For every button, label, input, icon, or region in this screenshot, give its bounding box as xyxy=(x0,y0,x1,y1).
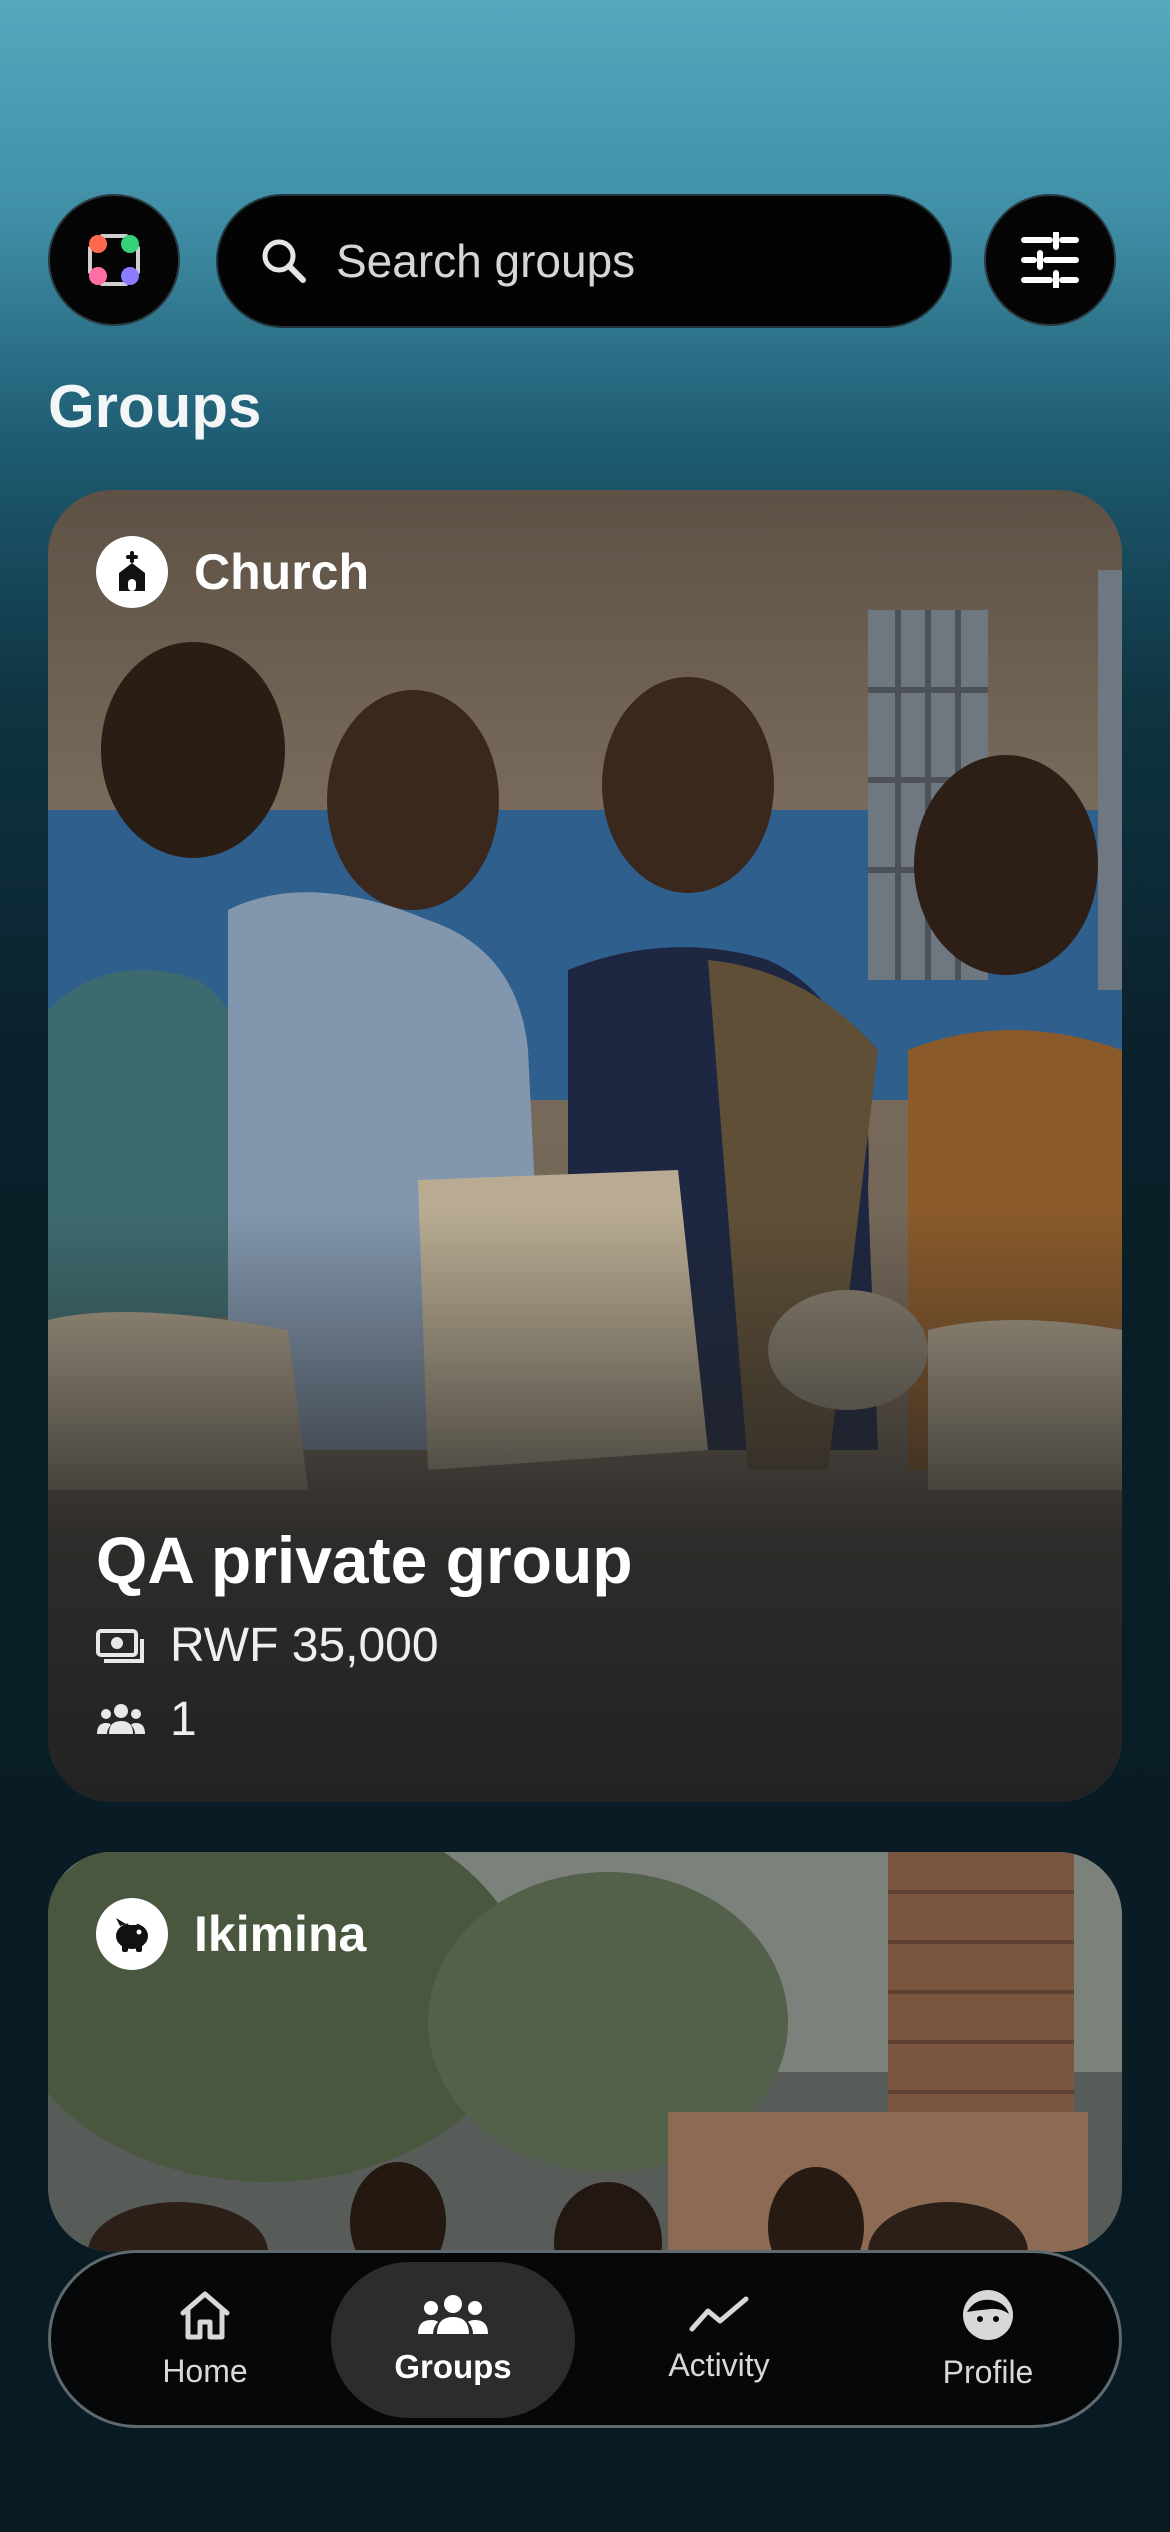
search-icon xyxy=(262,239,306,283)
profile-face-icon xyxy=(963,2289,1013,2340)
group-card[interactable]: Ikimina xyxy=(48,1852,1122,2252)
nav-groups[interactable]: Groups xyxy=(331,2262,575,2418)
search-input[interactable] xyxy=(336,234,896,288)
nav-activity-label: Activity xyxy=(668,2346,770,2383)
group-info: QA private group RWF 35,000 1 xyxy=(96,1522,633,1752)
filter-button[interactable] xyxy=(984,194,1116,326)
nav-home-label: Home xyxy=(162,2352,248,2389)
church-icon xyxy=(96,536,168,608)
filter-sliders-icon xyxy=(1021,232,1079,288)
nav-groups-label: Groups xyxy=(394,2348,512,2385)
app-logo-icon xyxy=(88,234,140,286)
page-title: Groups xyxy=(48,373,262,440)
nav-home[interactable]: Home xyxy=(85,2253,325,2425)
group-card[interactable]: Church QA private group RWF 35,000 1 xyxy=(48,490,1122,1802)
group-category-label: Ikimina xyxy=(194,1906,367,1962)
nav-activity[interactable]: Activity xyxy=(599,2253,839,2425)
group-name: QA private group xyxy=(96,1523,633,1597)
nav-profile[interactable]: Profile xyxy=(868,2253,1108,2425)
bottom-nav: Home Groups Activity Profile xyxy=(48,2250,1122,2428)
top-bar xyxy=(48,194,1116,328)
home-icon xyxy=(180,2291,230,2339)
group-members-count: 1 xyxy=(170,1692,197,1746)
search-bar[interactable] xyxy=(216,194,952,328)
money-icon xyxy=(96,1625,146,1665)
groups-icon xyxy=(418,2295,488,2334)
piggy-bank-icon xyxy=(96,1898,168,1970)
group-amount: RWF 35,000 xyxy=(170,1618,439,1672)
group-category-chip: Ikimina xyxy=(96,1898,366,1970)
app-logo-button[interactable] xyxy=(48,194,180,326)
group-members-row: 1 xyxy=(96,1686,633,1752)
people-icon xyxy=(96,1699,146,1739)
group-category-label: Church xyxy=(194,544,369,600)
activity-icon xyxy=(689,2296,749,2331)
group-amount-row: RWF 35,000 xyxy=(96,1612,633,1678)
group-category-chip: Church xyxy=(96,536,369,608)
nav-profile-label: Profile xyxy=(942,2353,1034,2390)
